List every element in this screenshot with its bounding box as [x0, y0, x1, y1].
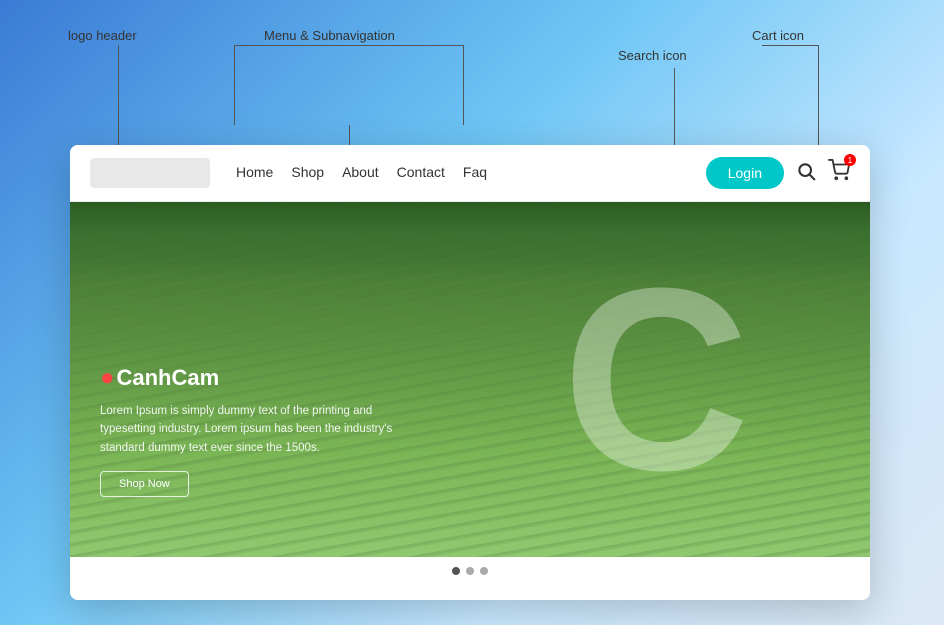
- hero-content: ● CanhCam Lorem Ipsum is simply dummy te…: [100, 364, 420, 497]
- nav-link-contact[interactable]: Contact: [397, 164, 445, 180]
- nav-item-home[interactable]: Home: [236, 164, 273, 182]
- login-button[interactable]: Login: [706, 157, 784, 189]
- hero-trees: [70, 202, 870, 282]
- cart-badge: 1: [844, 154, 856, 166]
- browser-window: Home Shop About Contact Faq Login 1: [70, 145, 870, 600]
- nav-item-shop[interactable]: Shop: [291, 164, 324, 182]
- menu-annotation-bracket: [234, 45, 464, 125]
- nav-item-faq[interactable]: Faq: [463, 164, 487, 182]
- hero-letter: C: [562, 250, 750, 510]
- navbar: Home Shop About Contact Faq Login 1: [70, 145, 870, 202]
- nav-links: Home Shop About Contact Faq: [236, 164, 690, 182]
- cart-annotation-line-v: [818, 45, 819, 160]
- nav-actions: Login 1: [706, 157, 850, 189]
- pagination-dot-2[interactable]: [466, 567, 474, 575]
- pagination-dot-3[interactable]: [480, 567, 488, 575]
- hero-section: C ● CanhCam Lorem Ipsum is simply dummy …: [70, 202, 870, 557]
- nav-link-faq[interactable]: Faq: [463, 164, 487, 180]
- nav-link-about[interactable]: About: [342, 164, 379, 180]
- brand-dot: ●: [100, 364, 115, 392]
- nav-link-shop[interactable]: Shop: [291, 164, 324, 180]
- cart-icon[interactable]: 1: [828, 159, 850, 187]
- pagination-dot-1[interactable]: [452, 567, 460, 575]
- shop-now-button[interactable]: Shop Now: [100, 471, 189, 497]
- search-icon-label: Search icon: [618, 48, 687, 63]
- nav-link-home[interactable]: Home: [236, 164, 273, 180]
- nav-item-about[interactable]: About: [342, 164, 379, 182]
- nav-item-contact[interactable]: Contact: [397, 164, 445, 182]
- logo-header-label: logo header: [68, 28, 137, 43]
- pagination: [70, 557, 870, 583]
- hero-brand: ● CanhCam: [100, 364, 420, 392]
- cart-icon-label: Cart icon: [752, 28, 804, 43]
- search-icon[interactable]: [796, 161, 816, 186]
- cart-annotation-line-h: [762, 45, 819, 46]
- menu-subnavigation-label: Menu & Subnavigation: [264, 28, 395, 43]
- logo-annotation-line: [118, 45, 119, 153]
- logo-placeholder: [90, 158, 210, 188]
- brand-text: CanhCam: [117, 365, 220, 391]
- hero-description: Lorem Ipsum is simply dummy text of the …: [100, 402, 420, 457]
